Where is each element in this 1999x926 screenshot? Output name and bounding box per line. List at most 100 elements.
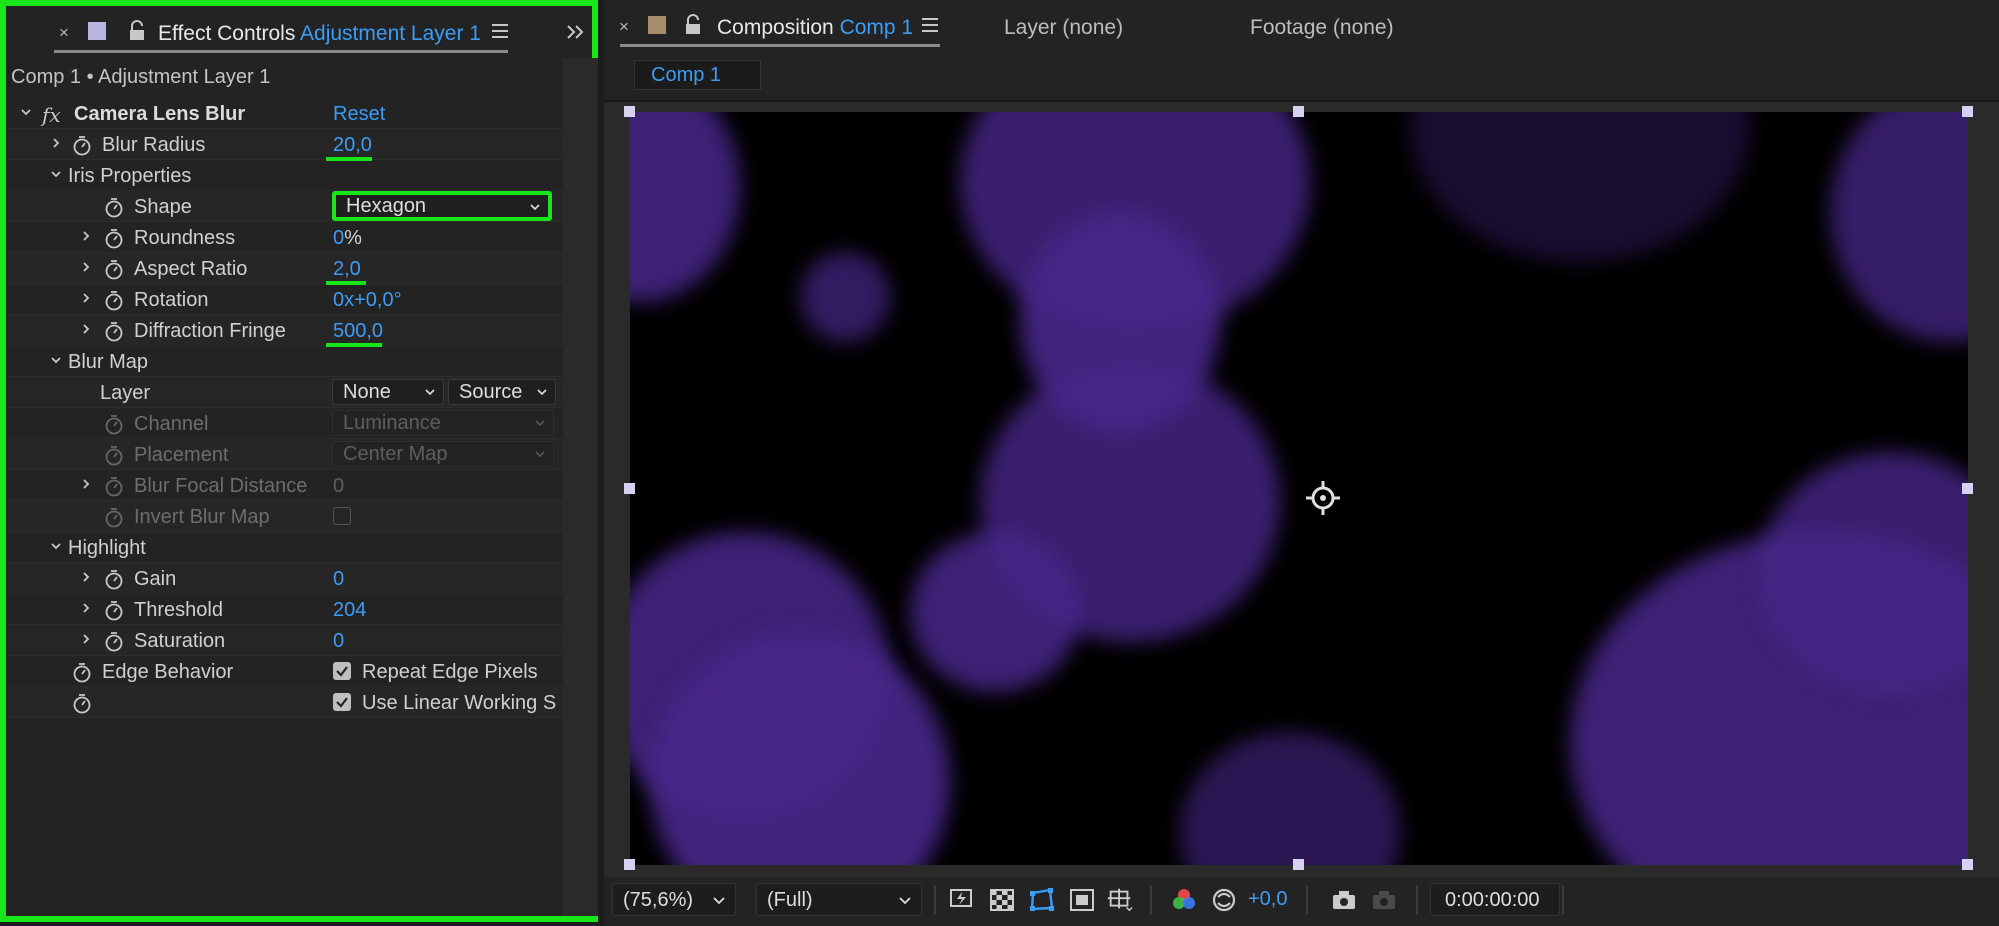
rotation-label: Rotation: [134, 289, 209, 311]
stopwatch-icon[interactable]: [104, 227, 124, 249]
saturation-row: Saturation 0: [8, 625, 563, 656]
chevron-right-icon[interactable]: [50, 137, 62, 149]
checkmark-icon: [336, 697, 348, 708]
active-tab-underline: [54, 50, 508, 53]
effect-controls-panel: × Effect Controls Adjustment Layer 1 Com…: [0, 0, 598, 922]
blur-focal-distance-label: Blur Focal Distance: [134, 475, 308, 497]
transparency-grid-icon[interactable]: [988, 887, 1016, 913]
chevron-down-icon: [537, 389, 547, 395]
chevron-right-icon[interactable]: [80, 292, 92, 304]
chevron-down-icon[interactable]: [20, 106, 32, 118]
exposure-reset-icon[interactable]: [1210, 887, 1238, 913]
highlight-label: Highlight: [68, 537, 146, 559]
stopwatch-icon[interactable]: [104, 599, 124, 621]
chevron-down-icon[interactable]: [50, 540, 62, 552]
magnification-dropdown[interactable]: (75,6%): [612, 883, 736, 916]
stopwatch-icon[interactable]: [104, 196, 124, 218]
stopwatch-icon[interactable]: [104, 630, 124, 652]
rotation-value[interactable]: 0x+0,0°: [333, 289, 402, 312]
chevron-right-icon[interactable]: [80, 478, 92, 490]
chevron-right-icon[interactable]: [80, 633, 92, 645]
shape-label: Shape: [134, 196, 192, 218]
aspect-ratio-value[interactable]: 2,0: [333, 258, 361, 281]
transform-handle[interactable]: [624, 106, 635, 117]
repeat-edge-pixels-checkbox[interactable]: [333, 662, 351, 680]
transform-handle[interactable]: [1962, 106, 1973, 117]
chevron-right-icon[interactable]: [80, 571, 92, 583]
use-linear-working-space-checkbox[interactable]: [333, 693, 351, 711]
stopwatch-icon[interactable]: [104, 568, 124, 590]
grid-guides-icon[interactable]: [1106, 887, 1134, 913]
threshold-value[interactable]: 204: [333, 599, 366, 622]
region-of-interest-icon[interactable]: [1068, 887, 1096, 913]
composition-canvas[interactable]: [630, 112, 1968, 865]
bokeh-circle: [910, 532, 1080, 692]
effect-controls-title[interactable]: Effect Controls Adjustment Layer 1: [158, 22, 481, 46]
transform-handle[interactable]: [1962, 859, 1973, 870]
stopwatch-icon[interactable]: [104, 289, 124, 311]
panel-menu-icon[interactable]: [492, 24, 508, 38]
expand-panels-icon[interactable]: [566, 24, 586, 40]
transform-handle[interactable]: [624, 483, 635, 494]
saturation-value[interactable]: 0: [333, 630, 344, 653]
chevron-down-icon[interactable]: [50, 354, 62, 366]
stopwatch-icon[interactable]: [72, 661, 92, 683]
transform-handle[interactable]: [1962, 483, 1973, 494]
fast-previews-icon[interactable]: [948, 887, 976, 913]
stopwatch-icon[interactable]: [72, 134, 92, 156]
roundness-number[interactable]: 0: [333, 227, 344, 249]
layer-tab[interactable]: Layer (none): [1004, 16, 1123, 40]
transform-handle[interactable]: [1293, 106, 1304, 117]
chevron-right-icon[interactable]: [80, 602, 92, 614]
effect-controls-scrollbar[interactable]: [563, 58, 598, 916]
fx-icon[interactable]: fx: [42, 103, 61, 127]
color-channels-icon[interactable]: [1170, 887, 1198, 913]
footage-tab[interactable]: Footage (none): [1250, 16, 1394, 40]
chevron-right-icon[interactable]: [80, 261, 92, 273]
stopwatch-icon[interactable]: [72, 692, 92, 714]
snapshot-camera-icon[interactable]: [1330, 887, 1358, 913]
checkmark-icon: [336, 666, 348, 677]
close-panel-icon[interactable]: ×: [619, 17, 629, 37]
composition-tab-text: Composition: [717, 16, 834, 39]
transform-handle[interactable]: [624, 859, 635, 870]
resolution-dropdown[interactable]: (Full): [756, 883, 922, 916]
blur-radius-row: Blur Radius 20,0: [8, 129, 563, 161]
gain-value[interactable]: 0: [333, 568, 344, 591]
chevron-down-icon: [425, 389, 435, 395]
stopwatch-icon[interactable]: [104, 258, 124, 280]
composition-viewer[interactable]: [604, 102, 1999, 877]
close-panel-icon[interactable]: ×: [59, 23, 69, 43]
layer-source-dropdown[interactable]: Source: [448, 379, 556, 405]
diffraction-fringe-value[interactable]: 500,0: [333, 320, 383, 343]
lock-icon[interactable]: [128, 20, 146, 42]
chevron-right-icon[interactable]: [80, 230, 92, 242]
rotation-row: Rotation 0x+0,0°: [8, 284, 563, 315]
shape-dropdown[interactable]: Hexagon: [332, 191, 552, 221]
bokeh-circle: [1410, 112, 1750, 262]
anchor-point-icon[interactable]: [1304, 479, 1342, 517]
placement-row: Placement Center Map: [8, 439, 563, 470]
chevron-down-icon[interactable]: [50, 168, 62, 180]
roundness-row: Roundness 0%: [8, 222, 563, 253]
linear-working-space-row: Use Linear Working S: [8, 687, 563, 718]
panel-menu-icon[interactable]: [922, 18, 938, 32]
chevron-right-icon[interactable]: [80, 323, 92, 335]
composition-tab-title[interactable]: Composition Comp 1: [717, 16, 913, 40]
blur-radius-value[interactable]: 20,0: [333, 134, 372, 157]
exposure-value[interactable]: +0,0: [1248, 888, 1287, 911]
shape-row: Shape Hexagon: [8, 191, 563, 222]
comp-subtab[interactable]: Comp 1: [634, 60, 761, 90]
current-time-display[interactable]: 0:00:00:00: [1430, 883, 1560, 916]
reset-link[interactable]: Reset: [333, 103, 385, 126]
chevron-down-icon: [535, 451, 545, 457]
layer-dropdown[interactable]: None: [332, 379, 444, 405]
stopwatch-icon: [105, 508, 123, 528]
stopwatch-icon[interactable]: [104, 320, 124, 342]
bokeh-circle: [800, 252, 890, 342]
lock-icon[interactable]: [684, 14, 702, 36]
mask-visibility-icon[interactable]: [1028, 887, 1056, 913]
chevron-down-icon: [713, 897, 725, 904]
transform-handle[interactable]: [1293, 859, 1304, 870]
stopwatch-icon: [105, 415, 123, 435]
